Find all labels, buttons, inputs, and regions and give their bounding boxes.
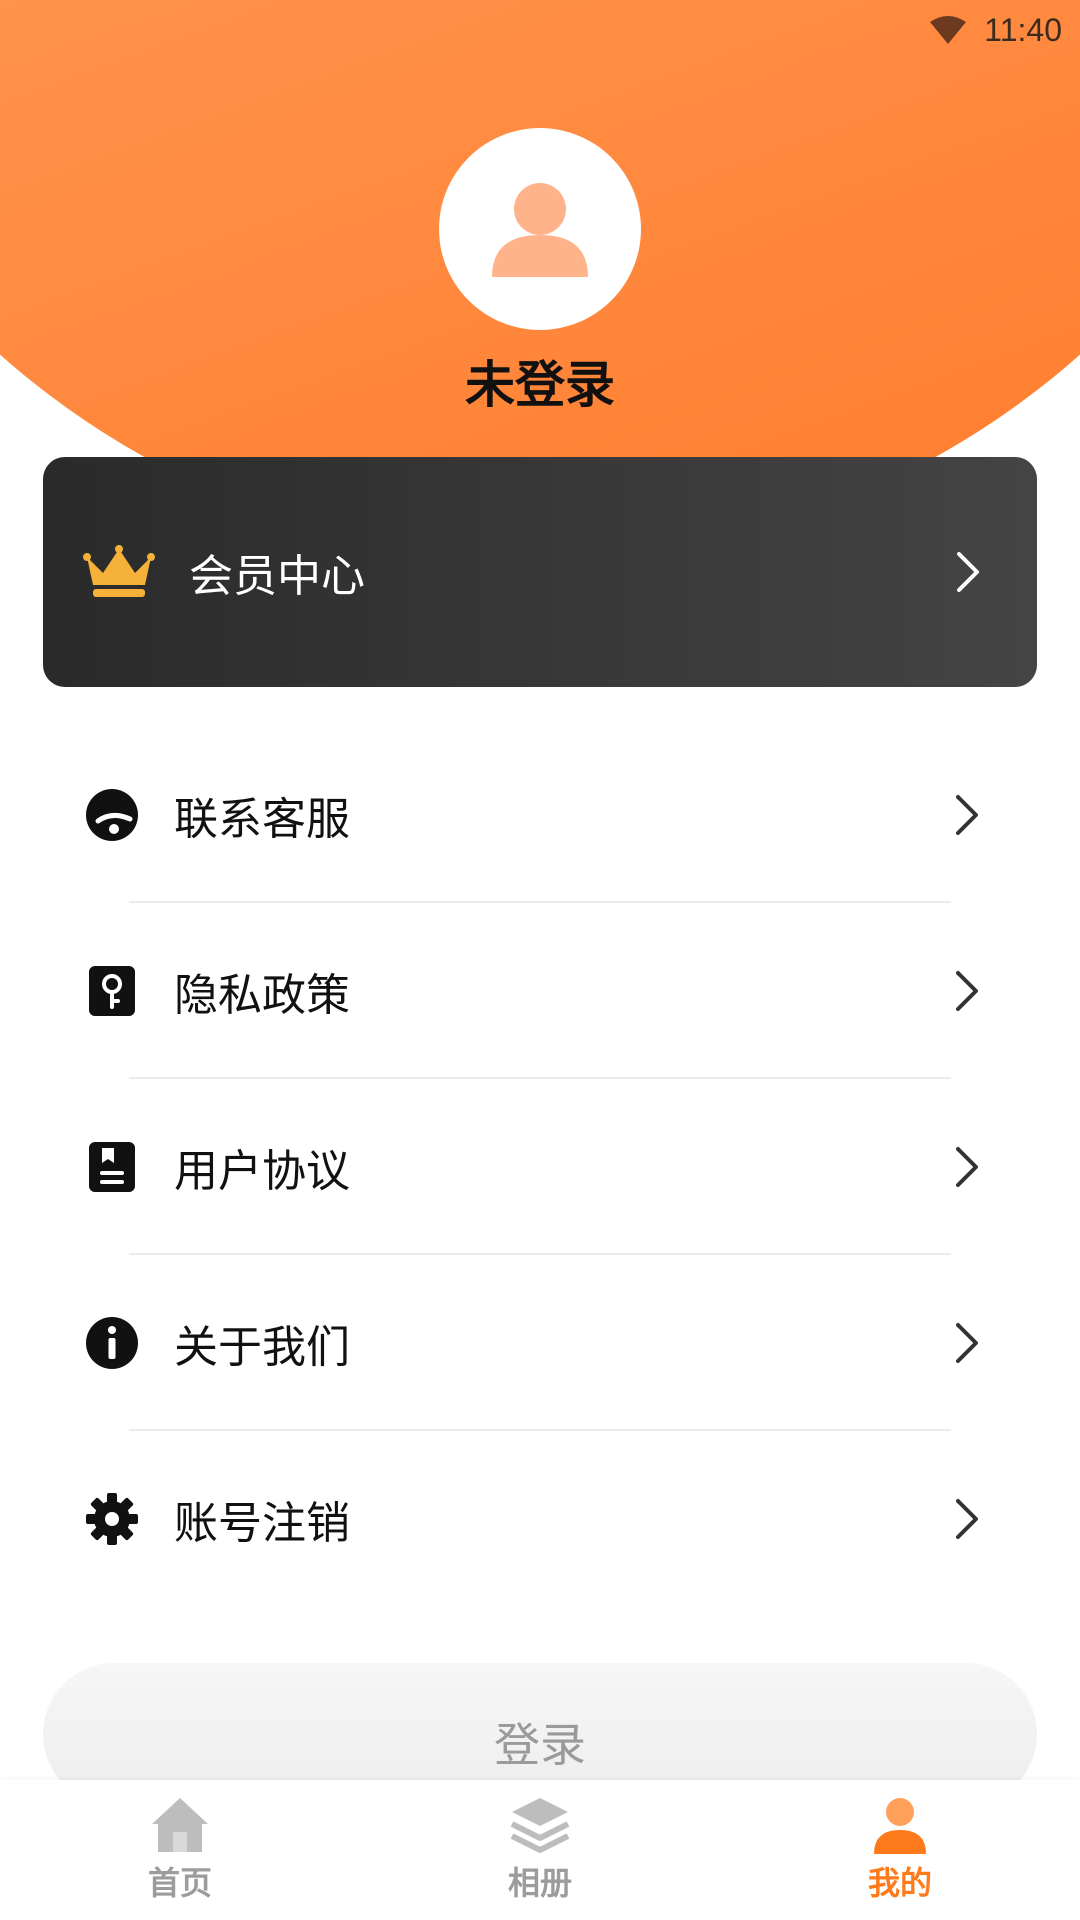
tab-album[interactable]: 相册 [360,1780,720,1920]
tab-mine[interactable]: 我的 [720,1780,1080,1920]
profile-screen: 11:40 未登录 会员中心 联系客服 隐私政策 用户协议 关于我们 账号注销 … [0,0,1080,1920]
tab-label: 首页 [147,1864,212,1902]
menu-item-label: 关于我们 [174,1322,350,1373]
chevron-right-icon [956,1499,978,1539]
info-icon [84,1315,140,1371]
menu-item-label: 隐私政策 [174,970,350,1021]
chevron-right-icon [956,795,978,835]
gear-icon [84,1491,140,1547]
bottom-tab-bar: 首页 相册 我的 [0,1780,1080,1920]
customer-service-icon [84,787,140,843]
menu-item-customer-service[interactable]: 联系客服 [0,727,1080,903]
menu-item-about-us[interactable]: 关于我们 [0,1255,1080,1431]
status-bar: 11:40 [0,0,1080,60]
privacy-key-icon [84,963,140,1019]
menu-item-account-deletion[interactable]: 账号注销 [0,1431,1080,1607]
menu-item-user-agreement[interactable]: 用户协议 [0,1079,1080,1255]
avatar-person-icon [492,183,588,277]
agreement-book-icon [84,1139,140,1195]
status-time: 11:40 [984,11,1062,48]
wifi-icon [930,16,967,44]
menu-item-label: 用户协议 [174,1146,350,1197]
layers-icon [510,1798,570,1853]
menu-item-privacy-policy[interactable]: 隐私政策 [0,903,1080,1079]
tab-label: 我的 [867,1864,932,1902]
tab-label: 相册 [507,1864,572,1902]
chevron-right-icon [957,552,979,592]
menu-item-label: 账号注销 [174,1498,350,1549]
chevron-right-icon [956,971,978,1011]
home-icon [152,1798,208,1852]
settings-menu: 联系客服 隐私政策 用户协议 关于我们 账号注销 [0,727,1080,1607]
vip-center-label: 会员中心 [189,551,365,602]
chevron-right-icon [956,1147,978,1187]
tab-home[interactable]: 首页 [0,1780,360,1920]
login-status-text[interactable]: 未登录 [0,345,1080,417]
avatar[interactable] [439,128,641,330]
vip-center-card[interactable]: 会员中心 [43,457,1037,687]
chevron-right-icon [956,1323,978,1363]
menu-item-label: 联系客服 [174,794,350,845]
crown-icon [83,545,155,597]
person-icon [874,1798,926,1854]
